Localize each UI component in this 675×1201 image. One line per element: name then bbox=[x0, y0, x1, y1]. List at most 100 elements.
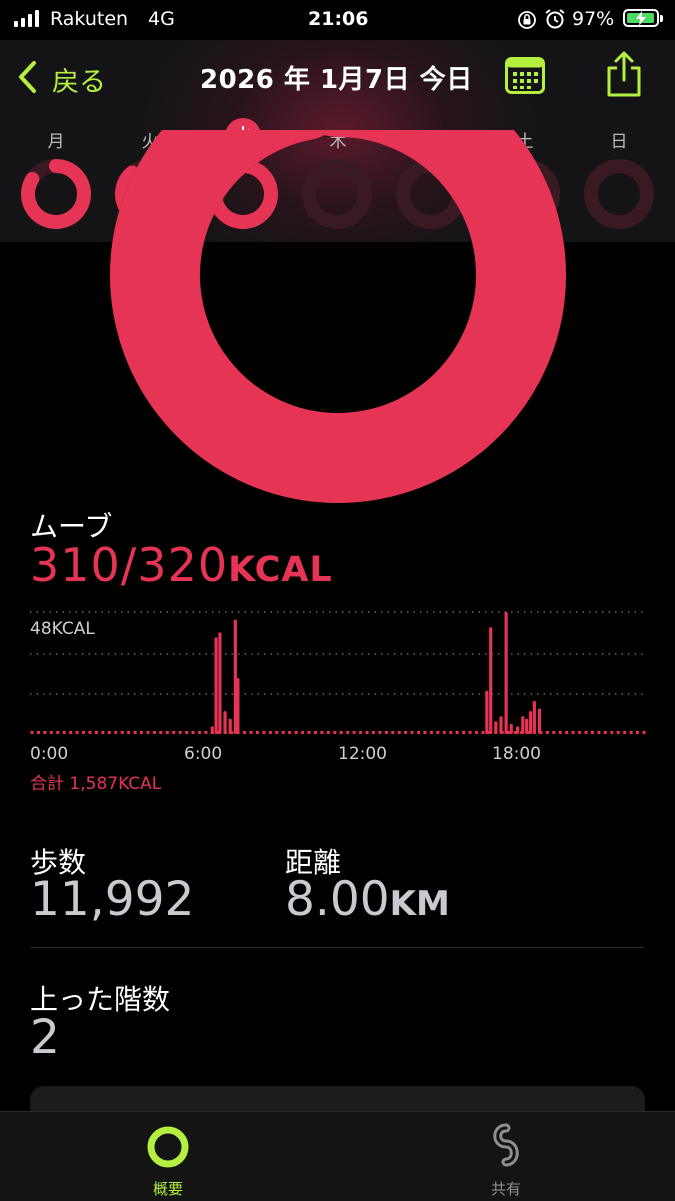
day-label-sun[interactable]: 日 bbox=[599, 127, 639, 152]
activity-rings-icon[interactable] bbox=[145, 1124, 191, 1170]
baseline-mark bbox=[552, 731, 556, 734]
baseline-mark bbox=[404, 731, 408, 734]
x-tick-label: 6:00 bbox=[184, 744, 223, 764]
baseline-mark bbox=[603, 731, 607, 734]
baseline-mark bbox=[462, 731, 466, 734]
baseline-mark bbox=[243, 731, 247, 734]
baseline-mark bbox=[249, 731, 253, 734]
baseline-mark bbox=[610, 731, 614, 734]
day-label-mon[interactable]: 月 bbox=[36, 127, 76, 152]
signal-icon bbox=[14, 10, 44, 27]
day-ring[interactable] bbox=[21, 159, 91, 229]
baseline-mark bbox=[191, 731, 195, 734]
baseline-mark bbox=[417, 731, 421, 734]
baseline-mark bbox=[49, 731, 53, 734]
baseline-mark bbox=[384, 731, 388, 734]
chart-bar bbox=[485, 690, 489, 734]
day-ring[interactable] bbox=[584, 159, 654, 229]
chart-bar bbox=[521, 716, 525, 734]
baseline-mark bbox=[268, 731, 272, 734]
baseline-mark bbox=[391, 731, 395, 734]
baseline-mark bbox=[307, 731, 311, 734]
ring-progress bbox=[110, 130, 566, 503]
baseline-mark bbox=[410, 731, 414, 734]
baseline-mark bbox=[75, 731, 79, 734]
battery-percent: 97% bbox=[572, 8, 615, 30]
calendar-icon[interactable] bbox=[505, 57, 545, 94]
baseline-mark bbox=[565, 731, 569, 734]
alarm-icon bbox=[545, 9, 565, 29]
baseline-mark bbox=[172, 731, 176, 734]
baseline-mark bbox=[255, 731, 259, 734]
distance-value: 8.00KM bbox=[285, 872, 450, 927]
baseline-mark bbox=[333, 731, 337, 734]
baseline-mark bbox=[558, 731, 562, 734]
baseline-mark bbox=[62, 731, 66, 734]
chart-bar bbox=[528, 711, 533, 734]
baseline-mark bbox=[294, 731, 298, 734]
baseline-mark bbox=[468, 731, 472, 734]
chart-bar bbox=[214, 637, 218, 734]
baseline-mark bbox=[378, 731, 382, 734]
x-tick-label: 18:00 bbox=[492, 744, 541, 764]
chart-bar bbox=[509, 723, 513, 734]
baseline-mark bbox=[262, 731, 266, 734]
baseline-mark bbox=[397, 731, 401, 734]
baseline-mark bbox=[636, 731, 640, 734]
baseline-mark bbox=[178, 731, 182, 734]
chart-bar bbox=[223, 711, 227, 734]
baseline-mark bbox=[320, 731, 324, 734]
baseline-mark bbox=[120, 731, 124, 734]
x-tick-label: 0:00 bbox=[30, 744, 69, 764]
baseline-mark bbox=[69, 731, 73, 734]
baseline-mark bbox=[616, 731, 620, 734]
baseline-mark bbox=[578, 731, 582, 734]
steps-value: 11,992 bbox=[30, 872, 195, 927]
chart-max-label: 48KCAL bbox=[30, 619, 95, 639]
baseline-mark bbox=[475, 731, 479, 734]
baseline-mark bbox=[30, 731, 34, 734]
chart-bar bbox=[218, 632, 222, 734]
baseline-mark bbox=[423, 731, 427, 734]
baseline-mark bbox=[165, 731, 169, 734]
page-title: 2026 年 1月7日 今日 bbox=[200, 65, 473, 95]
tab-sharing[interactable]: 共有 bbox=[466, 1178, 546, 1199]
chart-bar bbox=[210, 726, 214, 734]
share-icon[interactable] bbox=[605, 50, 643, 98]
baseline-mark bbox=[204, 731, 208, 734]
baseline-mark bbox=[545, 731, 549, 734]
baseline-mark bbox=[88, 731, 92, 734]
baseline-mark bbox=[449, 731, 453, 734]
chart-bar bbox=[228, 718, 232, 734]
orientation-lock-icon bbox=[518, 11, 536, 29]
baseline-mark bbox=[359, 731, 363, 734]
baseline-mark bbox=[371, 731, 375, 734]
tab-summary[interactable]: 概要 bbox=[128, 1178, 208, 1199]
baseline-mark bbox=[571, 731, 575, 734]
baseline-mark bbox=[436, 731, 440, 734]
baseline-mark bbox=[629, 731, 633, 734]
battery-charging-icon bbox=[623, 9, 663, 27]
divider bbox=[30, 947, 645, 948]
baseline-mark bbox=[590, 731, 594, 734]
baseline-mark bbox=[642, 731, 646, 734]
network-type: 4G bbox=[148, 8, 175, 30]
baseline-mark bbox=[339, 731, 343, 734]
back-label[interactable]: 戻る bbox=[52, 60, 106, 99]
baseline-mark bbox=[197, 731, 201, 734]
baseline-mark bbox=[288, 731, 292, 734]
baseline-mark bbox=[140, 731, 144, 734]
baseline-mark bbox=[313, 731, 317, 734]
baseline-mark bbox=[133, 731, 137, 734]
baseline-mark bbox=[146, 731, 150, 734]
sharing-icon[interactable] bbox=[487, 1122, 525, 1170]
baseline-mark bbox=[275, 731, 279, 734]
chart-bar bbox=[504, 612, 508, 734]
baseline-mark bbox=[326, 731, 330, 734]
baseline-mark bbox=[152, 731, 156, 734]
baseline-mark bbox=[82, 731, 86, 734]
baseline-mark bbox=[301, 731, 305, 734]
baseline-mark bbox=[597, 731, 601, 734]
baseline-mark bbox=[114, 731, 118, 734]
baseline-mark bbox=[185, 731, 189, 734]
